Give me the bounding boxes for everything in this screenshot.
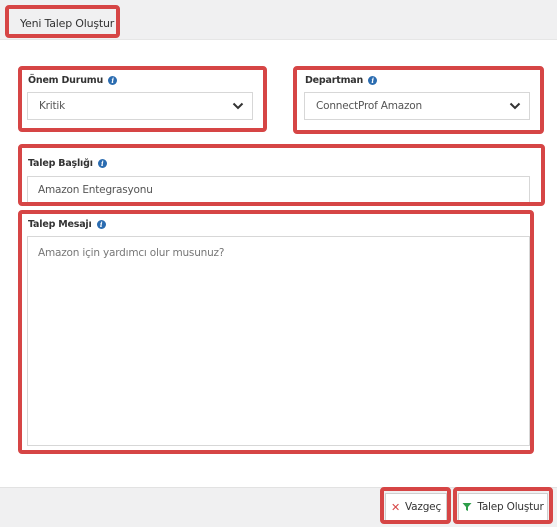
chevron-down-icon: [232, 102, 244, 110]
info-icon: i: [368, 76, 378, 85]
message-label-row: Talep Mesajı i: [28, 219, 106, 230]
cancel-label: Vazgeç: [405, 501, 442, 513]
department-value: ConnectProf Amazon: [316, 100, 422, 112]
message-label: Talep Mesajı: [28, 219, 92, 230]
dialog-title: Yeni Talep Oluştur: [20, 17, 115, 30]
department-label-row: Departman i: [305, 75, 378, 86]
dialog-header: Yeni Talep Oluştur: [0, 0, 557, 40]
submit-label: Talep Oluştur: [477, 501, 544, 513]
chevron-down-icon: [509, 102, 521, 110]
priority-label-row: Önem Durumu i: [28, 75, 118, 86]
priority-select[interactable]: Kritik: [27, 92, 253, 120]
message-value: Amazon için yardımcı olur musunuz?: [38, 247, 225, 259]
subject-input[interactable]: Amazon Entegrasyonu: [27, 176, 530, 204]
info-icon: i: [96, 220, 106, 229]
message-textarea[interactable]: Amazon için yardımcı olur musunuz?: [27, 236, 530, 446]
subject-label: Talep Başlığı: [28, 158, 93, 169]
info-icon: i: [108, 76, 118, 85]
department-label: Departman: [305, 75, 364, 86]
close-icon: ✕: [390, 500, 400, 514]
subject-value: Amazon Entegrasyonu: [38, 184, 153, 196]
department-select[interactable]: ConnectProf Amazon: [304, 92, 530, 120]
new-ticket-dialog: Yeni Talep Oluştur Önem Durumu i Kritik …: [0, 0, 557, 527]
subject-label-row: Talep Başlığı i: [28, 158, 107, 169]
submit-button[interactable]: Talep Oluştur: [458, 493, 548, 521]
info-icon: i: [97, 159, 107, 168]
funnel-icon: [462, 503, 472, 511]
cancel-button[interactable]: ✕ Vazgeç: [385, 493, 447, 521]
priority-value: Kritik: [39, 100, 66, 112]
priority-label: Önem Durumu: [28, 75, 104, 86]
